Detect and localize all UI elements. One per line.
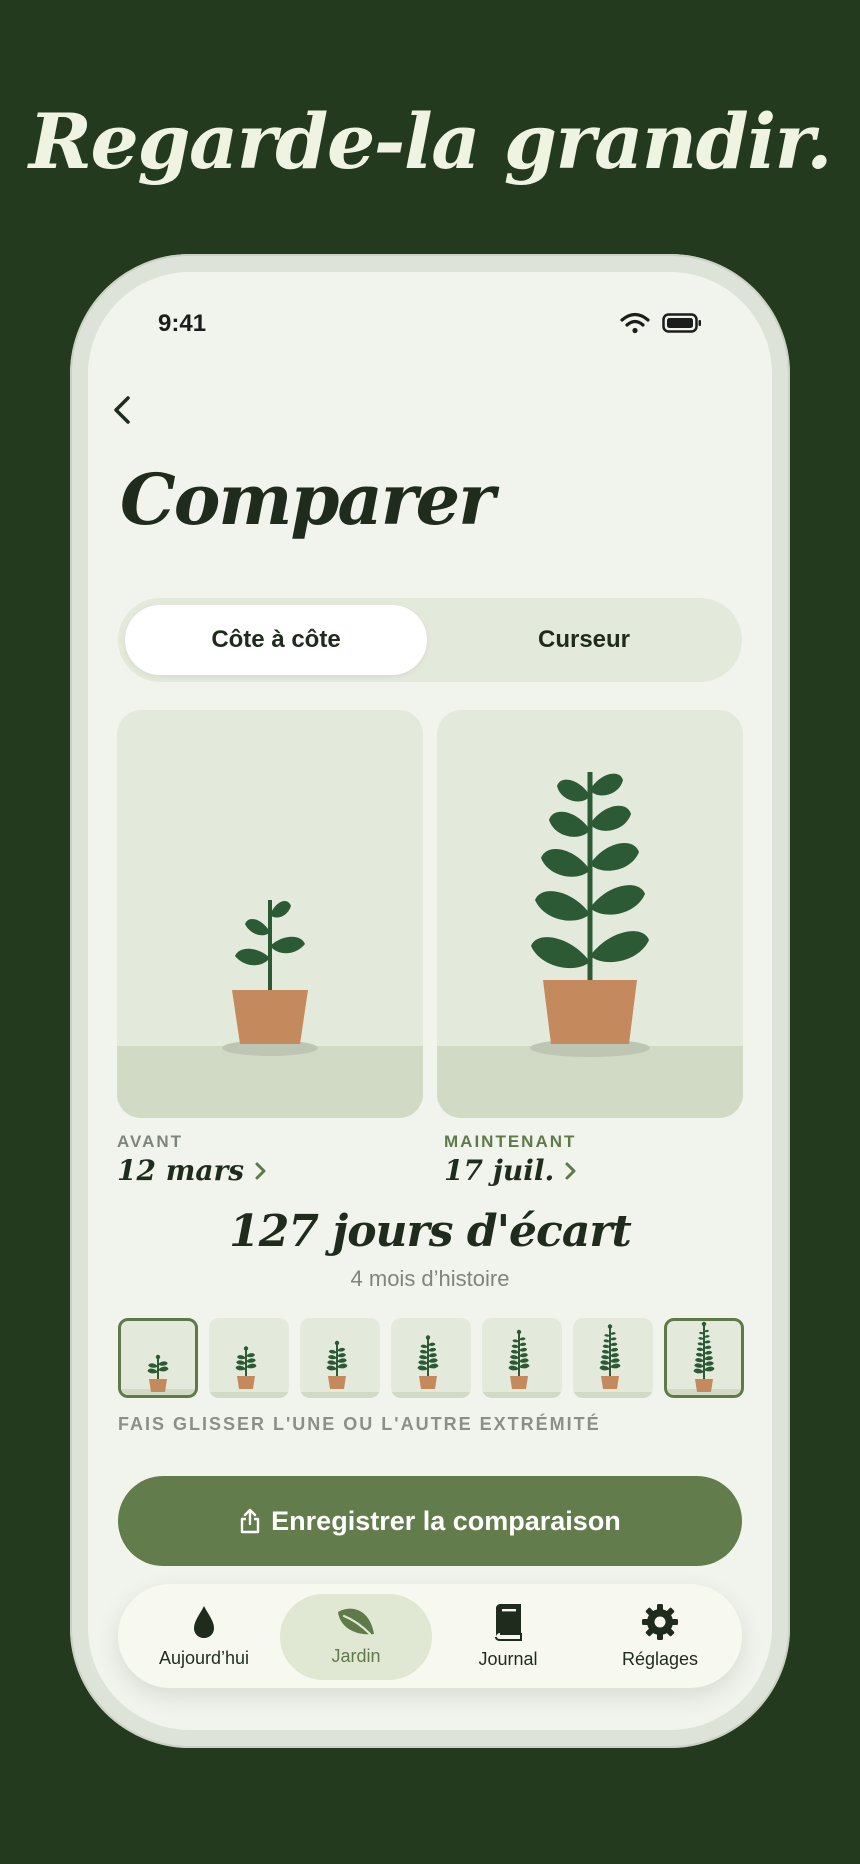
book-icon (495, 1603, 522, 1641)
save-comparison-label: Enregistrer la comparaison (271, 1505, 621, 1536)
hero-headline: Regarde-la grandir. (28, 97, 833, 186)
tab-settings[interactable]: Réglages (584, 1584, 736, 1688)
battery-icon (662, 313, 701, 333)
thumbnail-plant-illustration (508, 1329, 530, 1389)
page-title: Comparer (120, 458, 495, 541)
timeline-thumbnail[interactable] (391, 1318, 471, 1398)
large-plant-illustration (530, 772, 650, 1057)
water-drop-icon (194, 1605, 214, 1638)
after-label: MAINTENANT (444, 1132, 577, 1151)
timeline-thumbnail[interactable] (664, 1318, 744, 1398)
after-date-text: 17 juil. (444, 1154, 555, 1187)
chevron-right-icon (565, 1162, 576, 1179)
segment-side-by-side[interactable]: Côte à côte (125, 605, 427, 675)
view-mode-segmented-control: Côte à côte Curseur (118, 598, 742, 682)
after-date[interactable]: 17 juil. (444, 1154, 578, 1187)
timeline-thumbnail[interactable] (573, 1318, 653, 1398)
history-duration: 4 mois d’histoire (350, 1266, 510, 1291)
wifi-icon (620, 312, 650, 334)
status-icons (620, 312, 702, 334)
thumbnail-plant-illustration (147, 1354, 169, 1392)
thumbnail-plant-illustration (599, 1324, 621, 1389)
tab-garden-label: Jardin (331, 1645, 381, 1666)
timeline-thumbnail[interactable] (482, 1318, 562, 1398)
tab-garden[interactable]: Jardin (280, 1584, 432, 1688)
before-photo[interactable] (117, 710, 423, 1118)
days-apart: 127 jours d'écart (229, 1206, 632, 1257)
thumbnail-plant-illustration (417, 1335, 439, 1389)
timeline-thumbnail[interactable] (118, 1318, 198, 1398)
before-label: AVANT (117, 1132, 184, 1151)
tab-journal-label: Journal (478, 1648, 538, 1669)
small-plant-illustration (222, 900, 318, 1056)
timeline-thumbnail[interactable] (300, 1318, 380, 1398)
timeline-thumbnails (118, 1318, 744, 1398)
segment-slider[interactable]: Curseur (432, 605, 736, 675)
gear-icon (642, 1603, 678, 1640)
phone-screen: 9:41 Comparer Côte à côte Curseur AVANT … (88, 272, 772, 1730)
before-date[interactable]: 12 mars (117, 1154, 268, 1187)
tab-settings-label: Réglages (621, 1648, 699, 1669)
after-photo[interactable] (437, 710, 743, 1118)
thumbnail-plant-illustration (693, 1321, 715, 1392)
chevron-right-icon (255, 1162, 266, 1179)
back-button[interactable] (104, 390, 144, 430)
timeline-thumbnail[interactable] (209, 1318, 289, 1398)
thumbnail-plant-illustration (326, 1340, 348, 1389)
leaf-icon (338, 1608, 374, 1635)
tab-bar: Aujourd’hui Jardin Journal Réglages (118, 1584, 742, 1688)
before-date-text: 12 mars (117, 1154, 244, 1187)
save-comparison-button[interactable]: Enregistrer la comparaison (118, 1476, 742, 1566)
drag-hint: FAIS GLISSER L'UNE OU L'AUTRE EXTRÉMITÉ (118, 1414, 601, 1434)
tab-today[interactable]: Aujourd’hui (128, 1584, 280, 1688)
share-icon (240, 1508, 260, 1534)
status-time: 9:41 (158, 310, 207, 337)
thumbnail-plant-illustration (235, 1346, 257, 1389)
tab-today-label: Aujourd’hui (158, 1647, 250, 1668)
chevron-left-icon (114, 396, 130, 424)
tab-journal[interactable]: Journal (432, 1584, 584, 1688)
